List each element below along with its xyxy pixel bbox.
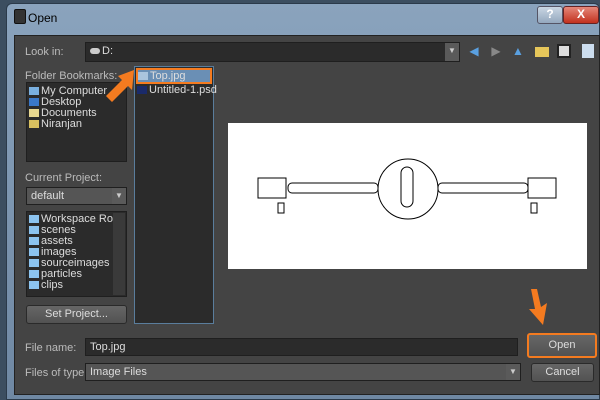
app-icon — [14, 9, 26, 24]
dialog-title: Open — [28, 11, 58, 25]
folder-icon — [29, 237, 39, 246]
file-item-selected[interactable]: Top.jpg — [136, 68, 212, 84]
project-label: Current Project: — [25, 172, 103, 184]
documents-icon — [29, 109, 39, 118]
file-type-label: Files of type: — [25, 367, 88, 379]
project-select[interactable]: default ▼ — [26, 187, 127, 205]
arrow-annotation-icon — [106, 70, 134, 102]
project-folder-item[interactable]: clips — [29, 280, 124, 291]
folder-icon — [29, 215, 39, 224]
folder-icon — [29, 281, 39, 290]
open-button[interactable]: Open — [527, 333, 597, 358]
project-folder-list: Workspace Root scenes assets images sourceim… — [26, 211, 127, 297]
folder-icon — [29, 259, 39, 268]
bookmark-label: Niranjan — [41, 118, 82, 130]
arrow-annotation-icon — [529, 289, 547, 325]
preview-drawing — [257, 158, 557, 220]
look-in-label: Look in: — [25, 46, 64, 58]
chevron-down-icon[interactable]: ▼ — [445, 43, 459, 61]
list-view-icon[interactable] — [557, 44, 571, 58]
chevron-down-icon[interactable]: ▼ — [112, 188, 126, 204]
file-name-label: File name: — [25, 342, 77, 354]
back-icon[interactable]: ◀ — [467, 44, 481, 58]
folder-icon — [29, 226, 39, 235]
new-folder-icon[interactable] — [535, 47, 549, 57]
image-file-icon — [138, 72, 148, 81]
psd-file-icon — [137, 86, 147, 95]
close-button[interactable]: X — [563, 6, 599, 24]
user-folder-icon — [29, 120, 39, 129]
scrollbar[interactable] — [113, 213, 125, 295]
project-value: default — [31, 190, 65, 202]
computer-icon — [29, 87, 39, 96]
desktop-icon — [29, 98, 39, 107]
chevron-down-icon[interactable]: ▼ — [506, 364, 520, 380]
forward-icon[interactable]: ▶ — [489, 44, 503, 58]
file-type-select[interactable]: Image Files ▼ — [85, 363, 521, 381]
folder-icon — [29, 248, 39, 257]
look-in-value: D: — [102, 45, 113, 57]
bookmark-item[interactable]: Niranjan — [29, 119, 124, 130]
file-list: Top.jpg Untitled-1.psd — [134, 66, 217, 324]
file-label: Top.jpg — [150, 70, 186, 82]
set-project-button[interactable]: Set Project... — [26, 305, 127, 324]
cancel-button[interactable]: Cancel — [531, 363, 594, 382]
help-button[interactable]: ? — [537, 6, 563, 24]
image-preview — [228, 123, 587, 269]
file-name-input[interactable]: Top.jpg — [85, 338, 518, 356]
up-folder-icon[interactable]: ▲ — [511, 44, 525, 58]
detail-view-icon[interactable] — [582, 44, 594, 58]
file-type-value: Image Files — [90, 366, 147, 378]
file-label: Untitled-1.psd — [149, 84, 217, 96]
file-item[interactable]: Untitled-1.psd — [137, 85, 217, 96]
look-in-select[interactable]: D: ▼ — [85, 42, 460, 62]
folder-label: clips — [41, 279, 64, 291]
folder-icon — [29, 270, 39, 279]
drive-icon — [90, 48, 100, 55]
